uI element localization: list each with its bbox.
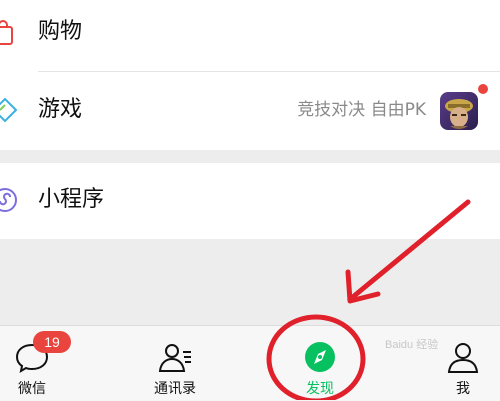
tab-discover-label: 发现 — [306, 381, 334, 397]
games-row[interactable]: 游戏 竞技对决 自由PK — [0, 72, 500, 150]
mini-program-icon — [0, 188, 17, 212]
contacts-icon — [158, 344, 191, 372]
bottom-tab-bar: 19 微信 通讯录 发现 我 — [0, 325, 500, 401]
empty-background — [0, 239, 500, 325]
mini-programs-label: 小程序 — [38, 187, 105, 212]
shopping-label: 购物 — [38, 19, 83, 44]
unread-badge: 19 — [33, 331, 71, 353]
watermark: Baidu 经验 — [385, 339, 439, 351]
new-notification-dot — [478, 84, 488, 94]
tab-chats[interactable]: 19 微信 — [0, 326, 77, 401]
games-subtitle: 竞技对决 自由PK — [297, 100, 426, 120]
tab-discover[interactable]: 发现 — [275, 326, 365, 401]
tab-contacts-label: 通讯录 — [154, 381, 196, 397]
tab-me[interactable]: 我 — [418, 326, 500, 401]
tab-me-label: 我 — [456, 381, 470, 397]
person-icon — [447, 343, 479, 373]
game-diamond-icon — [0, 97, 18, 123]
mini-programs-row[interactable]: 小程序 — [0, 163, 500, 239]
shopping-row[interactable]: 购物 — [0, 0, 500, 72]
compass-icon — [305, 342, 335, 372]
tab-chats-label: 微信 — [18, 381, 46, 397]
game-avatar-image — [440, 92, 478, 130]
tab-contacts[interactable]: 通讯录 — [130, 326, 220, 401]
games-label: 游戏 — [38, 97, 83, 122]
shopping-bag-icon — [0, 20, 13, 45]
